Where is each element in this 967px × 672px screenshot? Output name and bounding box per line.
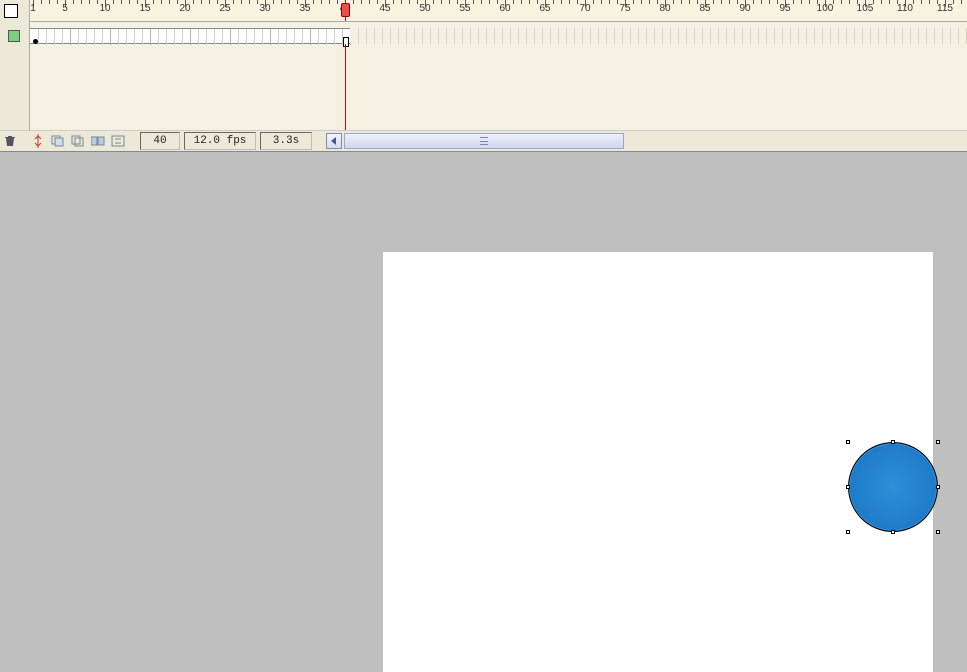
current-frame-field[interactable]: 40 — [140, 132, 180, 150]
timeline-scrollbar[interactable] — [344, 133, 624, 149]
selection-handle[interactable] — [846, 530, 850, 534]
selection-handle[interactable] — [936, 530, 940, 534]
ruler-tick-label: 80 — [659, 0, 670, 14]
ruler-tick-label: 10 — [99, 0, 110, 14]
ruler-tick-label: 85 — [699, 0, 710, 14]
selection-handle[interactable] — [891, 440, 895, 444]
timeline-statusbar: 40 12.0 fps 3.3s — [0, 130, 967, 152]
ruler-tick-label: 70 — [579, 0, 590, 14]
onion-skin-outline-icon[interactable] — [69, 132, 87, 150]
ruler-tick-label: 5 — [62, 0, 68, 14]
timeline-track-area[interactable] — [30, 22, 967, 130]
center-frame-icon[interactable] — [29, 132, 47, 150]
empty-frames — [350, 28, 967, 44]
ruler-tick-label: 60 — [499, 0, 510, 14]
selection-handle[interactable] — [846, 485, 850, 489]
ruler-tick-label: 100 — [817, 0, 834, 14]
edit-multiple-frames-icon[interactable] — [89, 132, 107, 150]
playhead-head-icon[interactable] — [341, 3, 350, 17]
fps-field[interactable]: 12.0 fps — [184, 132, 256, 150]
ruler-tick-label: 115 — [937, 0, 953, 14]
stage-area[interactable] — [0, 152, 967, 657]
elapsed-time-field: 3.3s — [260, 132, 312, 150]
ruler-tick-label: 15 — [139, 0, 150, 14]
ruler-tick-label: 30 — [259, 0, 270, 14]
ruler-tick-label: 75 — [619, 0, 630, 14]
timeline-ruler[interactable]: 1510152025303540455055606570758085909510… — [30, 0, 967, 22]
layer-column — [0, 0, 30, 130]
selection-handle[interactable] — [846, 440, 850, 444]
ruler-tick-label: 105 — [857, 0, 874, 14]
timeline-panel: 1510152025303540455055606570758085909510… — [0, 0, 967, 130]
ruler-tick-label: 35 — [299, 0, 310, 14]
end-keyframe[interactable] — [343, 37, 349, 47]
ruler-tick-label: 50 — [419, 0, 430, 14]
keyframe-dot[interactable] — [33, 39, 38, 44]
ruler-tick-label: 20 — [179, 0, 190, 14]
selection-handle[interactable] — [936, 440, 940, 444]
trash-icon[interactable] — [1, 132, 19, 150]
ruler-tick-label: 90 — [739, 0, 750, 14]
blue-circle-shape[interactable] — [848, 442, 938, 532]
ruler-tick-label: 95 — [779, 0, 790, 14]
ruler-tick-label: 25 — [219, 0, 230, 14]
ruler-tick-label: 55 — [459, 0, 470, 14]
ruler-tick-label: 65 — [539, 0, 550, 14]
layer-visibility-toggle[interactable] — [4, 4, 18, 18]
onion-skin-icon[interactable] — [49, 132, 67, 150]
selection-handle[interactable] — [936, 485, 940, 489]
scroll-left-icon[interactable] — [326, 133, 342, 149]
ruler-tick-label: 110 — [897, 0, 913, 14]
ruler-tick-label: 45 — [379, 0, 390, 14]
selection-handle[interactable] — [891, 530, 895, 534]
layer-color-swatch[interactable] — [8, 30, 20, 42]
loop-icon[interactable] — [109, 132, 127, 150]
playhead[interactable] — [345, 0, 346, 22]
ruler-tick-label: 1 — [30, 0, 36, 14]
stage-canvas[interactable] — [383, 252, 933, 672]
